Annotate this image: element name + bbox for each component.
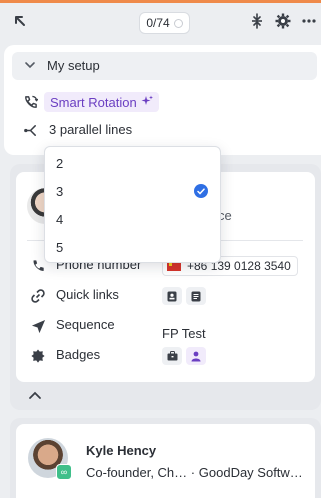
expand-collapse-icon[interactable]	[248, 12, 266, 30]
option-label: 4	[56, 211, 64, 227]
dropdown-option-4[interactable]: 4	[45, 205, 220, 233]
sparkle-icon	[141, 95, 153, 110]
contact-details-2: ∞ Kyle Hency Co-founder, Ch… · GoodDay S…	[16, 424, 315, 498]
option-label: 2	[56, 155, 64, 171]
quick-links-label: Quick links	[56, 287, 119, 302]
more-icon[interactable]	[300, 12, 318, 30]
loop-badge-icon: ∞	[56, 464, 72, 480]
chevron-down-icon	[24, 59, 36, 74]
toolbar: 0/74	[0, 3, 321, 41]
setup-panel: My setup Smart Rotation 3 parallel lines	[4, 45, 321, 155]
sequence-value[interactable]: FP Test	[162, 326, 206, 341]
progress-counter: 0/74	[139, 12, 190, 34]
contact-role-company: Co-founder, Ch… · GoodDay Softw…	[86, 465, 308, 480]
setup-header[interactable]: My setup	[12, 52, 317, 80]
sequence-send-icon	[30, 318, 46, 334]
parallel-lines-icon	[22, 122, 38, 138]
separator: ·	[190, 465, 196, 480]
contact-role: Co-founder, Ch…	[86, 465, 188, 480]
dropdown-option-3[interactable]: 3	[45, 177, 220, 205]
counter-text: 0/74	[146, 16, 170, 30]
badges-label: Badges	[56, 347, 101, 362]
chevron-up-icon[interactable]	[28, 388, 42, 403]
dropdown-option-2[interactable]: 2	[45, 149, 220, 177]
gear-icon[interactable]	[274, 12, 292, 30]
smart-rotation-label: Smart Rotation	[50, 94, 137, 110]
contact-name[interactable]: Kyle Hency	[86, 443, 156, 458]
option-label: 3	[56, 183, 64, 199]
smart-rotation-pill[interactable]: Smart Rotation	[44, 92, 159, 112]
checkmark-icon	[194, 184, 208, 198]
link-icon	[30, 288, 46, 304]
progress-ring-icon	[173, 18, 183, 28]
setup-title: My setup	[47, 58, 100, 73]
dropdown-option-5[interactable]: 5	[45, 233, 220, 261]
collapse-arrow-icon[interactable]	[11, 12, 29, 30]
parallel-lines-select[interactable]: 3 parallel lines	[49, 122, 132, 137]
parallel-lines-dropdown: 2 3 4 5	[44, 146, 221, 263]
phone-icon	[30, 258, 46, 274]
quick-link-contact-icon[interactable]	[162, 287, 182, 305]
quick-link-document-icon[interactable]	[186, 287, 206, 305]
contact-card-2: ∞ Kyle Hency Co-founder, Ch… · GoodDay S…	[10, 418, 321, 498]
phone-rotation-icon	[22, 94, 38, 110]
person-badge-icon[interactable]	[186, 347, 206, 365]
sequence-label: Sequence	[56, 317, 115, 332]
briefcase-badge-icon[interactable]	[162, 347, 182, 365]
contact-company: GoodDay Softw…	[198, 465, 303, 480]
badge-icon	[30, 348, 46, 364]
option-label: 5	[56, 239, 64, 255]
